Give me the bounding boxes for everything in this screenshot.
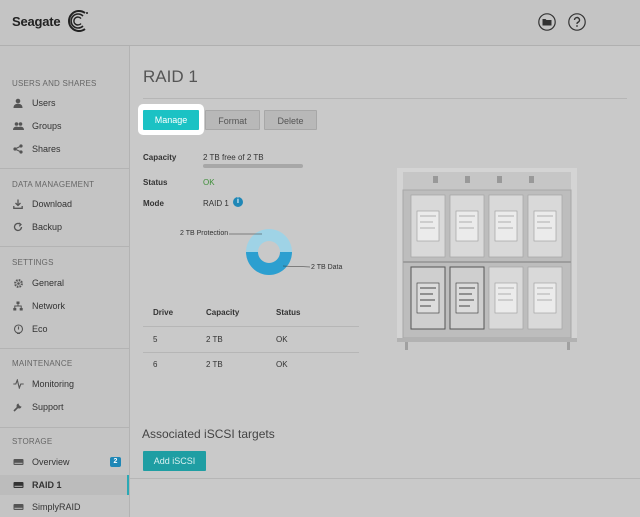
sidebar-item-label: Network [32, 301, 66, 311]
add-iscsi-button[interactable]: Add iSCSI [143, 451, 206, 471]
sidebar-item-label: Users [32, 98, 56, 108]
sidebar-item-label: General [32, 278, 65, 288]
sidebar-item-label: Backup [32, 222, 63, 232]
donut-svg [229, 229, 311, 275]
page-title: RAID 1 [143, 67, 198, 86]
user-icon [12, 97, 24, 109]
capacity-label: Capacity [143, 153, 177, 162]
sidebar: USERS AND SHARES Users Groups Shares DAT… [0, 46, 130, 517]
sidebar-item-users[interactable]: Users [0, 93, 129, 113]
share-icon [12, 143, 24, 155]
support-icon [12, 401, 24, 413]
section-title-data-management: DATA MANAGEMENT [12, 180, 95, 189]
iscsi-divider [130, 478, 640, 479]
drive-cell: 5 [153, 335, 158, 344]
title-divider [143, 98, 627, 99]
backup-icon [12, 221, 24, 233]
sidebar-item-groups[interactable]: Groups [0, 116, 129, 136]
drive-icon [12, 479, 24, 491]
count-badge: 2 [110, 457, 121, 467]
delete-button[interactable]: Delete [264, 110, 317, 130]
sidebar-item-label: RAID 1 [32, 480, 62, 490]
main-content: RAID 1 Manage Format Delete Capacity 2 T… [130, 46, 640, 517]
iscsi-section-title: Associated iSCSI targets [142, 427, 275, 441]
section-title-storage: STORAGE [12, 437, 53, 446]
network-icon [12, 300, 24, 312]
folder-icon[interactable] [538, 13, 556, 31]
mode-label: Mode [143, 199, 164, 208]
capacity-cell: 2 TB [206, 360, 223, 369]
section-divider [0, 348, 129, 349]
sidebar-item-overview[interactable]: Overview 2 [0, 452, 129, 472]
sidebar-item-label: Overview [32, 457, 70, 467]
sidebar-item-download[interactable]: Download [0, 194, 129, 214]
sidebar-item-shares[interactable]: Shares [0, 139, 129, 159]
groups-icon [12, 120, 24, 132]
sidebar-item-network[interactable]: Network [0, 296, 129, 316]
section-title-maintenance: MAINTENANCE [12, 359, 73, 368]
drive-cell: 6 [153, 360, 158, 369]
status-cell: OK [276, 360, 288, 369]
section-divider [0, 168, 129, 169]
column-header-capacity: Capacity [206, 308, 240, 317]
nas-enclosure-image [397, 168, 577, 350]
eco-icon [12, 323, 24, 335]
sidebar-item-support[interactable]: Support [0, 397, 129, 417]
capacity-bar [203, 164, 303, 168]
section-title-users-and-shares: USERS AND SHARES [12, 79, 97, 88]
section-divider [0, 427, 129, 428]
mode-value: RAID 1 [203, 199, 229, 208]
row-divider [143, 326, 359, 327]
sidebar-item-monitoring[interactable]: Monitoring [0, 374, 129, 394]
sidebar-item-label: Support [32, 402, 64, 412]
sidebar-item-label: Download [32, 199, 73, 209]
seagate-logo-mark-icon [68, 10, 89, 32]
column-header-status: Status [276, 308, 301, 317]
row-divider [143, 352, 359, 353]
sidebar-item-label: Groups [32, 121, 62, 131]
donut-slice-data [246, 252, 292, 275]
drive-icon [12, 456, 24, 468]
status-label: Status [143, 178, 168, 187]
sidebar-item-backup[interactable]: Backup [0, 217, 129, 237]
section-divider [0, 246, 129, 247]
sidebar-item-eco[interactable]: Eco [0, 319, 129, 339]
sidebar-item-label: Shares [32, 144, 61, 154]
drive-icon [12, 501, 24, 513]
download-icon [12, 198, 24, 210]
status-cell: OK [276, 335, 288, 344]
sidebar-item-label: Monitoring [32, 379, 75, 389]
donut-slice-protection [246, 229, 292, 252]
sidebar-item-simplyraid[interactable]: SimplyRAID [0, 497, 129, 517]
column-header-drive: Drive [153, 308, 174, 317]
capacity-value: 2 TB free of 2 TB [203, 153, 264, 162]
sidebar-item-raid-1[interactable]: RAID 1 [0, 475, 129, 495]
info-icon[interactable]: i [233, 197, 243, 207]
sidebar-item-general[interactable]: General [0, 273, 129, 293]
format-button[interactable]: Format [205, 110, 260, 130]
sidebar-item-label: SimplyRAID [32, 502, 81, 512]
monitoring-icon [12, 378, 24, 390]
data-leader-line [282, 265, 311, 268]
seagate-logo[interactable]: Seagate [12, 9, 91, 33]
gear-icon [12, 277, 24, 289]
top-header: Seagate [0, 0, 640, 46]
raid-donut-chart: 2 TB Protection 2 TB Data [170, 222, 370, 282]
sidebar-item-label: Eco [32, 324, 48, 334]
status-value: OK [203, 178, 215, 187]
capacity-cell: 2 TB [206, 335, 223, 344]
help-icon[interactable] [568, 13, 586, 31]
section-title-settings: SETTINGS [12, 258, 54, 267]
logo-text: Seagate [12, 13, 61, 29]
manage-button[interactable]: Manage [143, 110, 199, 130]
